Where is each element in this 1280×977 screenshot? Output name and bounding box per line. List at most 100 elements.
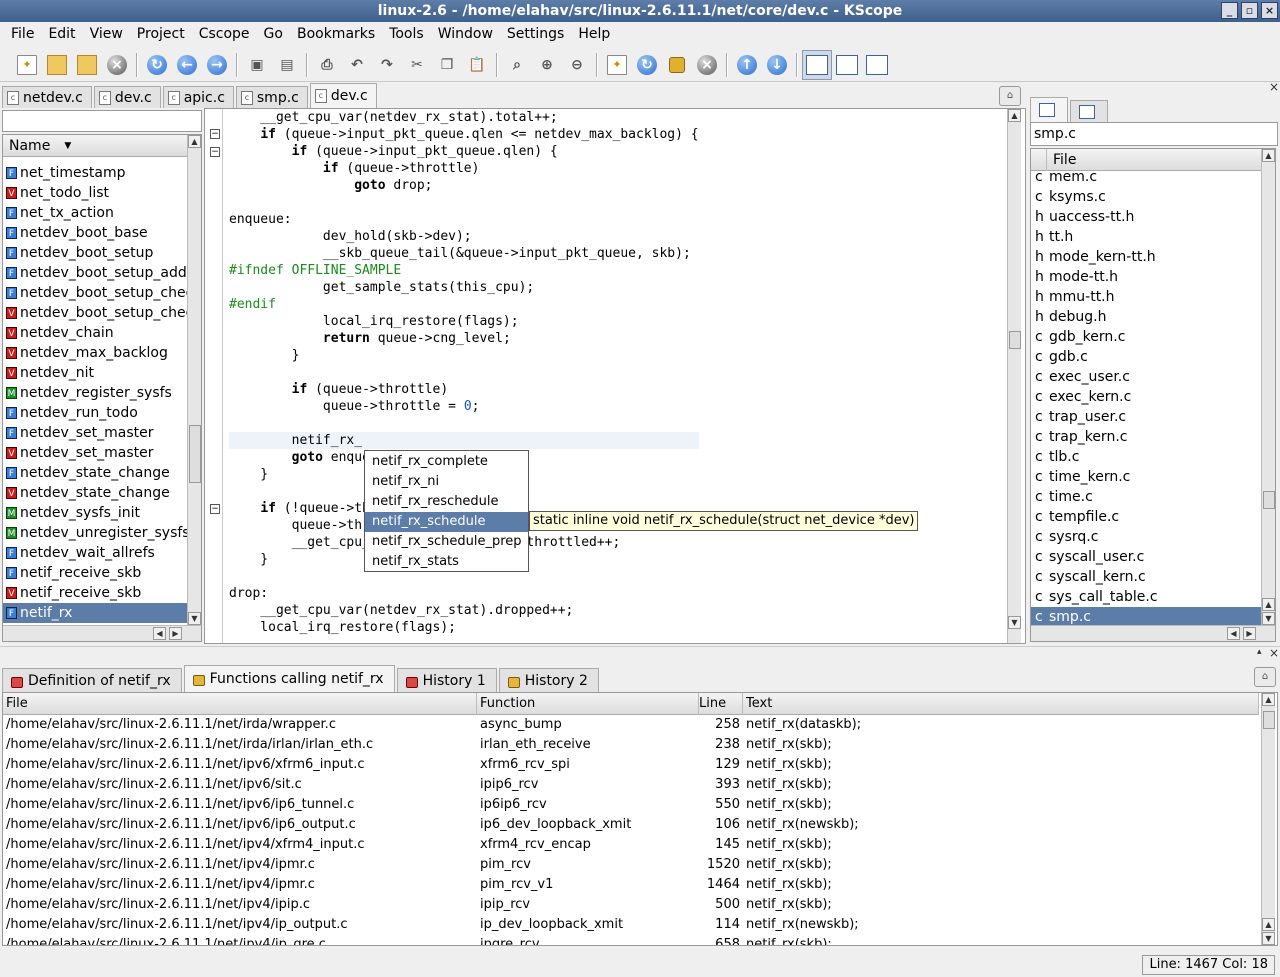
fold-marker-icon[interactable]: − [210,504,220,514]
menu-edit[interactable]: Edit [41,22,82,46]
file-row[interactable]: c syscall_user.c [1031,547,1261,567]
symbol-row[interactable]: Vnetdev_max_backlog [3,343,187,363]
scroll-thumb[interactable] [1263,491,1275,509]
refresh2-button[interactable]: ↻ [632,50,662,80]
file-row[interactable]: c sys_call_table.c [1031,587,1261,607]
back-button[interactable]: ← [172,50,202,80]
menu-cscope[interactable]: Cscope [192,22,257,46]
result-row[interactable]: /home/elahav/src/linux-2.6.11.1/net/ipv4… [3,935,1277,945]
find-button[interactable]: ⌕ [502,50,532,80]
symbol-scrollbar[interactable]: ▲ ▼ [187,135,201,625]
result-row[interactable]: /home/elahav/src/linux-2.6.11.1/net/ipv4… [3,915,1277,935]
file-row[interactable]: h debug.h [1031,307,1261,327]
file-scrollbar[interactable]: ▲ ▲ ▼ [1261,149,1275,625]
column-text[interactable]: Text [743,693,1259,715]
query-tab[interactable]: History 1 [396,668,497,692]
completion-item[interactable]: netif_rx_reschedule [365,492,528,512]
file-row[interactable]: c tlb.c [1031,447,1261,467]
open-file-button[interactable] [42,50,72,80]
view-top-button[interactable] [832,50,862,80]
collapse-icon[interactable]: ▴ [1257,647,1262,657]
symbol-row[interactable]: Fnetdev_boot_setup_add [3,263,187,283]
result-row[interactable]: /home/elahav/src/linux-2.6.11.1/net/ipv4… [3,855,1277,875]
symbol-row[interactable]: Fnetdev_boot_setup_check [3,283,187,303]
symbol-row[interactable]: Fnet_timestamp [3,163,187,183]
file-row[interactable]: c time.c [1031,487,1261,507]
up-button[interactable]: ↑ [732,50,762,80]
file-row[interactable]: c gdb_kern.c [1031,327,1261,347]
file-column[interactable]: File [1047,152,1076,168]
scroll-up-icon[interactable]: ▲ [1262,918,1275,931]
tab-netdev-c[interactable]: c netdev.c [2,86,92,108]
fold-marker-icon[interactable]: − [210,147,220,157]
symbol-hscrollbar[interactable]: ◀ ▶ [3,625,201,641]
scroll-left-icon[interactable]: ◀ [1227,627,1240,640]
tab-apic-c[interactable]: c apic.c [162,86,234,108]
scroll-down-icon[interactable]: ▼ [1008,616,1021,629]
file-row[interactable]: c ksyms.c [1031,187,1261,207]
column-line[interactable]: Line [699,693,743,715]
scroll-up-icon[interactable]: ▲ [1262,693,1275,706]
scroll-up-icon[interactable]: ▲ [188,135,201,148]
symbol-row[interactable]: Mnetdev_register_sysfs [3,383,187,403]
close-button[interactable]: × [102,50,132,80]
redo-button[interactable]: ↷ [372,50,402,80]
symbol-row[interactable]: Vnetdev_nit [3,363,187,383]
result-row[interactable]: /home/elahav/src/linux-2.6.11.1/net/irda… [3,735,1277,755]
zoom-in-button[interactable]: ⊕ [532,50,562,80]
symbol-row[interactable]: Fnetdev_state_change [3,463,187,483]
symbol-row[interactable]: Vnet_todo_list [3,183,187,203]
scroll-thumb[interactable] [1263,711,1275,729]
symbol-row[interactable]: Fnetdev_wait_allrefs [3,543,187,563]
paste-button[interactable]: 📋 [462,50,492,80]
down-button[interactable]: ↓ [762,50,792,80]
file-row[interactable]: h mmu-tt.h [1031,287,1261,307]
file-row[interactable]: c tempfile.c [1031,507,1261,527]
file-row[interactable]: c gdb.c [1031,347,1261,367]
file-row[interactable]: c trap_kern.c [1031,427,1261,447]
splitter[interactable] [0,646,1280,658]
editor-scrollbar[interactable]: ▲ ▼ [1007,109,1021,643]
symbol-row[interactable]: Vnetif_receive_skb [3,583,187,603]
symbol-row[interactable]: Vnetdev_boot_setup_check [3,303,187,323]
undo-button[interactable]: ↶ [342,50,372,80]
completion-item[interactable]: netif_rx_schedule [365,512,528,532]
result-row[interactable]: /home/elahav/src/linux-2.6.11.1/net/ipv4… [3,875,1277,895]
completion-item[interactable]: netif_rx_complete [365,452,528,472]
symbol-row[interactable]: Fnetif_receive_skb [3,563,187,583]
refresh-button[interactable]: ↻ [142,50,172,80]
tab-file-list[interactable] [1030,97,1068,122]
close-window-button[interactable]: × [1261,2,1278,19]
minimize-button[interactable]: _ [1221,2,1238,19]
scroll-down-icon[interactable]: ▼ [1262,612,1275,625]
close-panel-icon[interactable]: × [1269,646,1279,660]
menu-window[interactable]: Window [431,22,500,46]
symbol-row[interactable]: Mnetdev_unregister_sysfs [3,523,187,543]
completion-item[interactable]: netif_rx_schedule_prep [365,532,528,552]
code-editor[interactable]: − − − __get_cpu_var(netdev_rx_stat).tota… [204,108,1026,644]
result-row[interactable]: /home/elahav/src/linux-2.6.11.1/net/irda… [3,715,1277,735]
file-row[interactable]: c time_kern.c [1031,467,1261,487]
save-all-button[interactable]: ▤ [272,50,302,80]
file-row[interactable]: c smp.c [1031,607,1261,627]
tab-dev-c[interactable]: c dev.c [309,83,377,108]
scroll-up-icon[interactable]: ▲ [1008,109,1021,122]
scroll-thumb[interactable] [1009,331,1021,349]
results-scrollbar[interactable]: ▲ ▲ ▼ [1261,693,1275,945]
forward-button[interactable]: → [202,50,232,80]
scroll-down-icon[interactable]: ▼ [1262,932,1275,945]
tab-file-tree[interactable] [1070,100,1108,122]
column-function[interactable]: Function [477,693,699,715]
new-button[interactable]: ✦ [602,50,632,80]
close-query-icon[interactable]: ⌂ [1254,667,1276,687]
file-hscrollbar[interactable]: ◀ ▶ [1031,625,1275,641]
symbol-row[interactable]: Fnet_tx_action [3,203,187,223]
file-row[interactable]: c exec_user.c [1031,367,1261,387]
completion-item[interactable]: netif_rx_stats [365,552,528,572]
symbol-row[interactable]: Vnetdev_set_master [3,443,187,463]
result-row[interactable]: /home/elahav/src/linux-2.6.11.1/net/ipv6… [3,775,1277,795]
file-search-input[interactable]: smp.c [1030,122,1278,146]
result-row[interactable]: /home/elahav/src/linux-2.6.11.1/net/ipv6… [3,755,1277,775]
scroll-up-icon[interactable]: ▲ [1262,598,1275,611]
view-split-button[interactable] [862,50,892,80]
